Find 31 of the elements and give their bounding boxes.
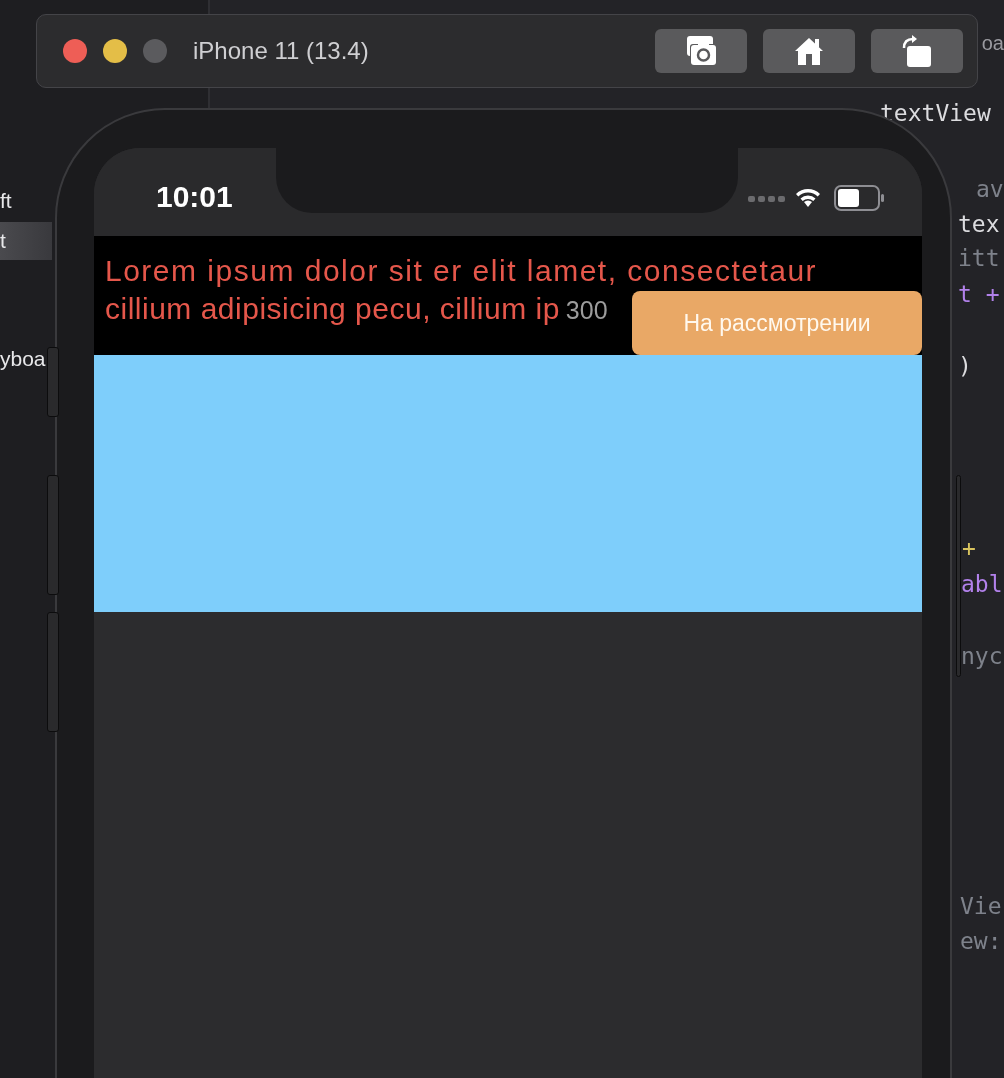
code-text: textView: [880, 100, 991, 126]
description-text-line: Lorem ipsum dolor sit er elit lamet, consectetaur: [105, 253, 818, 289]
code-text: itt: [958, 245, 1000, 271]
code-text: av: [976, 176, 1004, 202]
code-text: +: [962, 535, 976, 561]
code-text: ew:: [960, 928, 1002, 954]
rotate-icon: [901, 34, 933, 68]
navigator-item[interactable]: ft: [0, 182, 12, 220]
wifi-icon: [794, 186, 822, 208]
code-text: t +: [958, 281, 1000, 307]
close-button[interactable]: [63, 39, 87, 63]
code-text: nyc: [961, 643, 1003, 669]
status-time: 10:01: [156, 180, 233, 214]
navigator-item[interactable]: yboa: [0, 340, 46, 378]
code-text: tex: [958, 211, 1000, 237]
screenshot-button[interactable]: [655, 29, 747, 73]
minimize-button[interactable]: [103, 39, 127, 63]
battery-icon: [834, 185, 886, 211]
count-label: 300: [565, 295, 608, 325]
code-text: abl: [961, 571, 1003, 597]
window-title: iPhone 11 (13.4): [193, 37, 369, 65]
home-icon: [793, 36, 825, 66]
rotate-button[interactable]: [871, 29, 963, 73]
code-text: Vie: [960, 893, 1002, 919]
home-button[interactable]: [763, 29, 855, 73]
code-text: ): [958, 353, 972, 379]
navigator-item[interactable]: t: [0, 222, 52, 260]
signal-icon: [748, 195, 786, 203]
description-text-line: cillium adipisicing pecu, cillium ip: [105, 291, 560, 327]
camera-icon: [684, 35, 718, 67]
editor-tab[interactable]: oa: [981, 32, 1004, 55]
